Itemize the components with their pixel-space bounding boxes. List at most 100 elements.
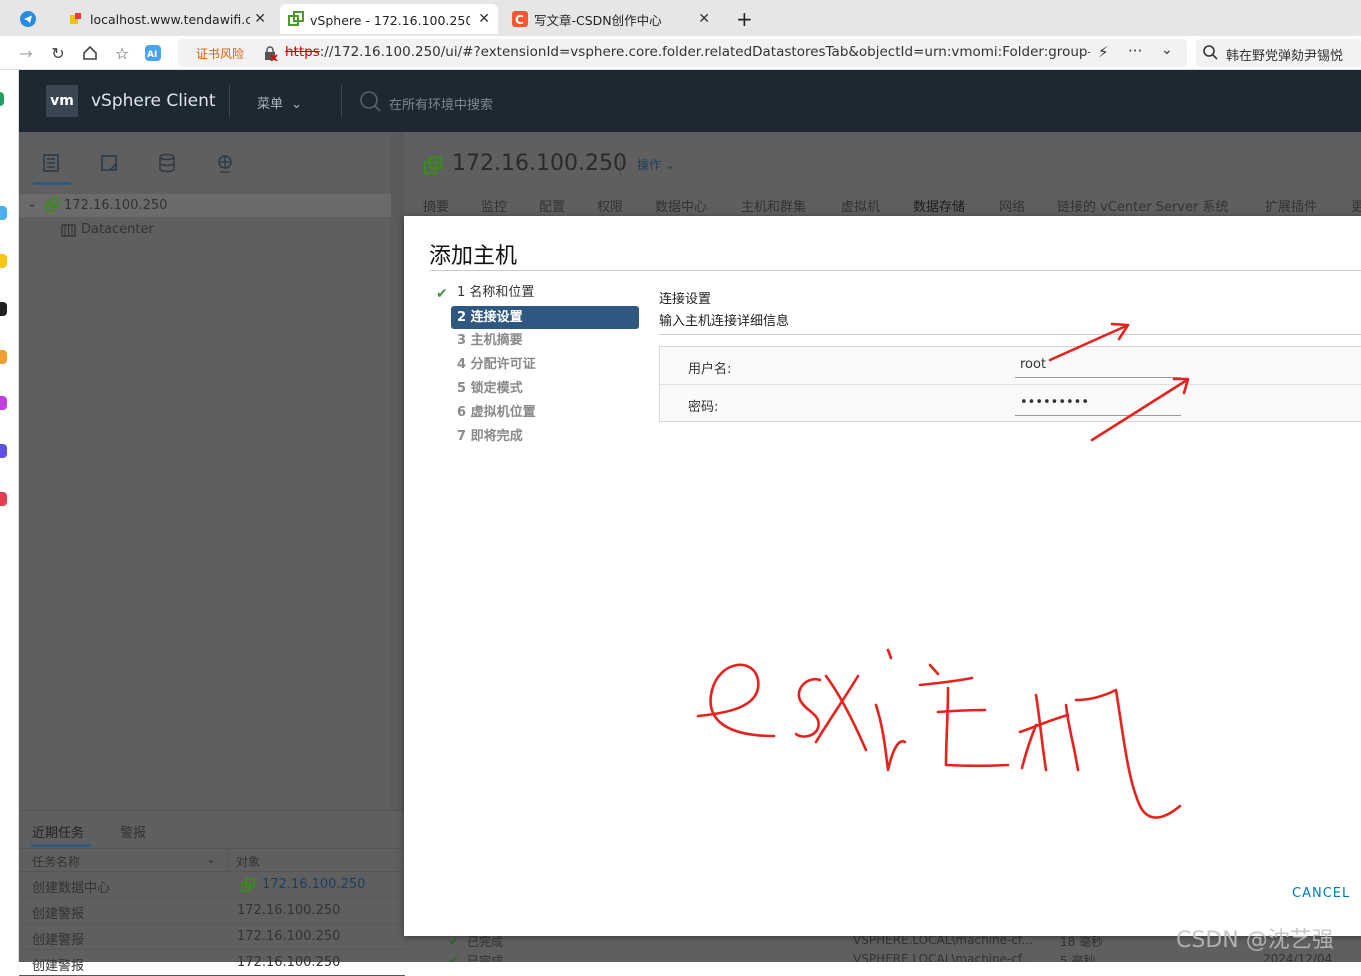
wizard-step-7: 7 即将完成 (457, 429, 523, 444)
sidebar-app-icon[interactable] (0, 92, 4, 106)
tab-title: 写文章-CSDN创作中心 (534, 12, 662, 28)
task-name: 创建警报 (32, 933, 85, 948)
home-icon[interactable] (80, 43, 100, 63)
tree-node-vcenter[interactable]: ⌄ 172.16.100.250 (19, 194, 391, 217)
tab-configure[interactable]: 配置 (539, 196, 565, 215)
tab-summary[interactable]: 摘要 (423, 196, 449, 215)
header-divider (229, 84, 230, 118)
tab-linked-vcenter[interactable]: 链接的 vCenter Server 系统 (1057, 196, 1228, 215)
tab-title: localhost.www.tendawifi.com (90, 11, 250, 27)
username-field[interactable] (1015, 352, 1181, 378)
table-row[interactable]: 创建警报 172.16.100.250 (19, 950, 405, 976)
tab-extensions[interactable]: 扩展插件 (1265, 196, 1317, 215)
column-header-task[interactable]: 任务名称 (32, 853, 80, 870)
wizard-step-1[interactable]: 1 名称和位置 (451, 281, 639, 304)
browser-search-box[interactable]: 韩在野党弹劾尹锡悦 (1196, 39, 1361, 67)
navigator-view-tabs (19, 132, 391, 186)
tree-node-label: 172.16.100.250 (64, 198, 168, 213)
sidebar-app-icon[interactable] (0, 396, 7, 410)
recent-tasks-panel: 近期任务 警报 任务名称 ⌄ 对象 创建数据中心 172.16.100.250 … (19, 810, 405, 976)
more-icon[interactable]: ··· (1128, 42, 1142, 60)
tab-datastores[interactable]: 数据存储 (913, 196, 965, 215)
password-label: 密码: (688, 400, 719, 415)
table-row[interactable]: 创建数据中心 172.16.100.250 (19, 872, 405, 898)
password-field[interactable] (1015, 390, 1181, 416)
task-initiator: VSPHERE.LOCAL\machine-cf... (853, 936, 1033, 947)
tab-vsphere[interactable]: vSphere - 172.16.100.250 - 数 ✕ (280, 4, 498, 34)
table-row[interactable]: 创建警报 172.16.100.250 (19, 924, 405, 950)
cancel-button[interactable]: CANCEL (1292, 886, 1350, 901)
vsphere-header: vm vSphere Client 菜单 ⌄ 在所有环境中搜索 (19, 70, 1361, 132)
hosts-clusters-icon[interactable] (40, 152, 62, 174)
task-status: 已完成 (467, 936, 504, 949)
column-header-object[interactable]: 对象 (236, 853, 260, 870)
chevron-down-icon: ⌄ (291, 97, 303, 112)
wizard-step-2[interactable]: 2 连接设置 (451, 306, 639, 329)
menu-button[interactable]: 菜单 ⌄ (257, 93, 302, 112)
tree-node-datacenter[interactable]: Datacenter (19, 218, 391, 241)
vms-templates-icon[interactable] (99, 152, 121, 174)
lightning-icon[interactable]: ⚡ (1098, 43, 1109, 61)
sidebar-app-icon[interactable] (0, 254, 7, 268)
vcenter-icon (423, 155, 443, 179)
tab-vms[interactable]: 虚拟机 (841, 196, 880, 215)
tab-hosts-clusters[interactable]: 主机和群集 (741, 196, 806, 215)
tree-node-label: Datacenter (81, 222, 154, 237)
sidebar-app-icon[interactable] (0, 492, 7, 506)
table-row[interactable]: 创建警报 172.16.100.250 (19, 898, 405, 924)
tab-tendawifi[interactable]: localhost.www.tendawifi.com ✕ (60, 4, 274, 34)
app-title[interactable]: vSphere Client (91, 91, 216, 111)
tab-alarms[interactable]: 警报 (120, 822, 146, 841)
search-text[interactable]: 韩在野党弹劾尹锡悦 (1226, 45, 1343, 64)
favorites-icon[interactable]: ☆ (112, 43, 132, 63)
check-icon: ✔ (449, 953, 460, 962)
forward-icon[interactable]: → (16, 43, 36, 63)
wizard-step-4: 4 分配许可证 (457, 357, 536, 372)
task-object-link[interactable]: 172.16.100.250 (262, 877, 365, 892)
close-tab-icon[interactable]: ✕ (698, 11, 710, 27)
url-box[interactable]: 证书风险 https://172.16.100.250/ui/#?extensi… (178, 39, 1187, 67)
tab-more[interactable]: 更 (1351, 196, 1361, 215)
sidebar-app-icon[interactable] (0, 302, 7, 316)
divider (659, 334, 1361, 335)
wizard-step-6: 6 虚拟机位置 (457, 405, 536, 420)
pane-divider[interactable] (391, 132, 404, 810)
svg-text:C: C (515, 13, 524, 27)
ai-assistant-icon[interactable]: AI (143, 43, 163, 63)
global-search[interactable]: 在所有环境中搜索 (359, 90, 493, 116)
tab-monitor[interactable]: 监控 (481, 196, 507, 215)
tab-networks[interactable]: 网络 (999, 196, 1025, 215)
chevron-down-icon[interactable]: ⌄ (206, 852, 216, 866)
url-text[interactable]: https://172.16.100.250/ui/#?extensionId=… (285, 44, 1090, 60)
tab-permissions[interactable]: 权限 (597, 196, 623, 215)
chevron-down-icon[interactable]: ⌄ (1161, 42, 1173, 58)
menu-label: 菜单 (257, 97, 284, 112)
cert-warning-label[interactable]: 证书风险 (196, 45, 244, 62)
reload-icon[interactable]: ↻ (48, 43, 68, 63)
column-divider[interactable] (227, 849, 228, 873)
storage-icon[interactable] (156, 152, 178, 174)
add-host-dialog: 添加主机 ✔ 1 名称和位置 2 连接设置 3 主机摘要 4 分配许可证 5 锁… (404, 216, 1361, 936)
networking-icon[interactable] (214, 152, 236, 174)
tab-recent-tasks[interactable]: 近期任务 (32, 822, 84, 841)
sidebar-app-icon[interactable] (0, 444, 7, 458)
header-divider (620, 152, 621, 176)
insecure-lock-icon[interactable] (262, 45, 278, 65)
chevron-down-icon[interactable]: ⌄ (27, 196, 37, 210)
actions-button[interactable]: 操作 ⌄ (637, 156, 675, 173)
task-status: 已完成 (467, 954, 504, 962)
username-label: 用户名: (688, 362, 732, 377)
password-row: 密码: (660, 384, 1361, 422)
sidebar-app-icon[interactable] (0, 206, 7, 220)
close-tab-icon[interactable]: ✕ (478, 11, 490, 27)
pinned-tab[interactable] (12, 4, 48, 34)
tab-datacenters[interactable]: 数据中心 (655, 196, 707, 215)
task-object: 172.16.100.250 (237, 903, 341, 918)
task-object: 172.16.100.250 (237, 955, 341, 970)
tab-csdn[interactable]: C 写文章-CSDN创作中心 ✕ (504, 4, 718, 34)
close-tab-icon[interactable]: ✕ (254, 11, 266, 27)
wizard-step-5: 5 锁定模式 (457, 381, 523, 396)
sidebar-app-icon[interactable] (0, 350, 7, 364)
task-name: 创建警报 (32, 907, 85, 922)
new-tab-button[interactable]: + (728, 4, 758, 34)
